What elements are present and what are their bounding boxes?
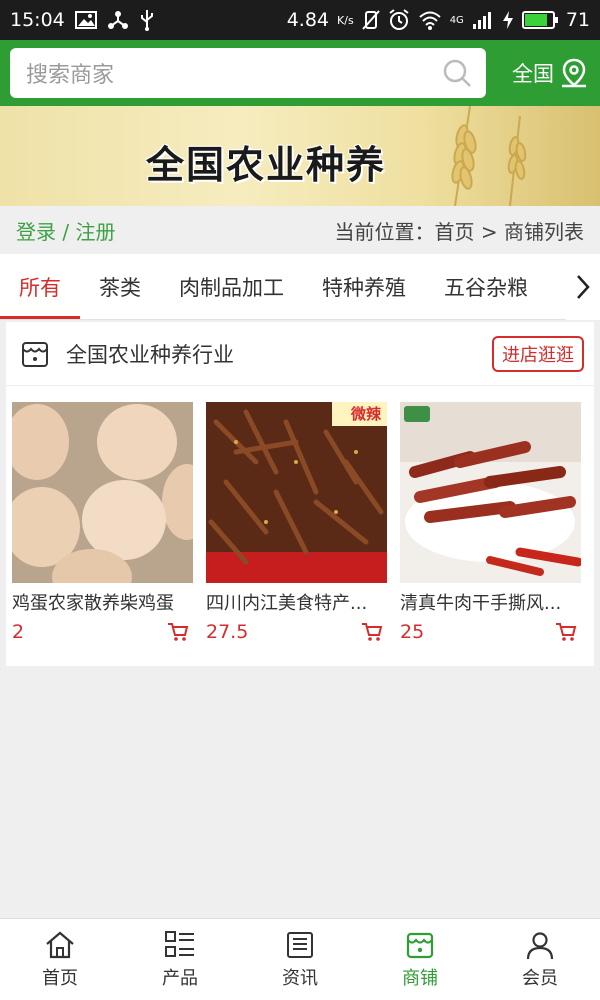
share-icon: [107, 11, 128, 29]
product-price: 25: [400, 621, 425, 643]
shop-card: 全国农业种养行业 进店逛逛 鸡蛋农家散养柴鸡蛋 2 微辣 四川内江美食特产...…: [6, 322, 594, 666]
product-item[interactable]: 清真牛肉干手撕风... 25: [400, 402, 581, 643]
banner-title: 全国农业种养: [146, 142, 387, 187]
nav-news-label: 资讯: [282, 967, 318, 989]
login-register-link[interactable]: 登录 / 注册: [16, 216, 115, 245]
visit-shop-button[interactable]: 进店逛逛: [492, 335, 584, 372]
vibrate-off-icon: [361, 10, 380, 30]
search-placeholder: 搜索商家: [26, 63, 115, 88]
tabs-scroll-right-button[interactable]: [566, 254, 600, 320]
chevron-right-icon: [577, 275, 590, 299]
charging-icon: [502, 11, 513, 29]
nav-shops-label: 商铺: [402, 967, 438, 989]
clock: 15:04: [10, 9, 65, 31]
battery-icon: [521, 11, 558, 29]
product-name: 鸡蛋农家散养柴鸡蛋: [12, 593, 174, 614]
category-tabs: 所有 茶类 肉制品加工 特种养殖 五谷杂粮: [0, 254, 600, 320]
nav-products-label: 产品: [162, 967, 198, 989]
signal-icon: [472, 12, 491, 29]
alarm-icon: [389, 9, 409, 30]
tab-all[interactable]: 所有: [0, 254, 80, 319]
product-name: 清真牛肉干手撕风...: [400, 593, 562, 614]
nav-shops[interactable]: 商铺: [360, 919, 480, 1000]
product-price: 27.5: [206, 621, 249, 643]
product-badge: 微辣: [350, 405, 381, 423]
shop-header: 全国农业种养行业 进店逛逛: [6, 322, 594, 386]
network-speed-unit: K/s: [337, 13, 354, 27]
image-icon: [74, 11, 97, 29]
nav-member-label: 会员: [522, 967, 558, 989]
nav-news[interactable]: 资讯: [240, 919, 360, 1000]
breadcrumb: 当前位置：首页 > 商铺列表: [334, 219, 584, 244]
tab-meat-processing[interactable]: 肉制品加工: [160, 254, 303, 319]
tab-grains[interactable]: 五谷杂粮: [425, 254, 547, 319]
cart-icon[interactable]: [167, 622, 189, 642]
status-bar: 15:04 4.84 K/s 4G 71: [0, 0, 600, 40]
product-name: 四川内江美食特产...: [206, 593, 368, 614]
search-header: 搜索商家 全国: [0, 40, 600, 106]
tab-tea[interactable]: 茶类: [80, 254, 160, 319]
nav-member[interactable]: 会员: [480, 919, 600, 1000]
user-icon: [526, 931, 554, 959]
battery-level: 71: [565, 9, 590, 31]
tab-special-breeding[interactable]: 特种养殖: [303, 254, 425, 319]
wifi-icon: [419, 11, 441, 30]
shop-name[interactable]: 全国农业种养行业: [66, 339, 234, 369]
list-icon: [165, 930, 194, 957]
product-item[interactable]: 鸡蛋农家散养柴鸡蛋 2: [12, 402, 193, 643]
product-item[interactable]: 微辣 四川内江美食特产... 27.5: [206, 402, 387, 643]
cart-icon[interactable]: [361, 622, 383, 642]
product-list: 鸡蛋农家散养柴鸡蛋 2 微辣 四川内江美食特产... 27.5 清真牛肉干手撕风…: [6, 386, 594, 643]
shop-icon: [22, 341, 48, 367]
nav-products[interactable]: 产品: [120, 919, 240, 1000]
breadcrumb-bar: 登录 / 注册 当前位置：首页 > 商铺列表: [0, 206, 600, 254]
search-input[interactable]: 搜索商家: [10, 48, 486, 98]
region-selector[interactable]: 全国: [512, 58, 588, 88]
product-image-eggs[interactable]: [12, 402, 193, 583]
search-icon[interactable]: [442, 58, 472, 88]
shop-icon: [406, 932, 434, 958]
cart-icon[interactable]: [555, 622, 577, 642]
bottom-nav: 首页 产品 资讯 商铺 会员: [0, 918, 600, 1000]
network-type: 4G: [449, 14, 464, 26]
product-price: 2: [12, 621, 25, 643]
product-image-beef-jerky[interactable]: [400, 402, 581, 583]
network-speed: 4.84: [286, 9, 330, 31]
news-icon: [287, 931, 313, 958]
product-image-spicy-snack[interactable]: 微辣: [206, 402, 387, 583]
nav-home-label: 首页: [42, 967, 78, 989]
nav-home[interactable]: 首页: [0, 919, 120, 1000]
region-label: 全国: [512, 62, 554, 86]
usb-icon: [140, 10, 153, 31]
location-pin-icon: [562, 58, 586, 88]
banner[interactable]: 全国农业种养: [0, 106, 600, 206]
home-icon: [46, 931, 74, 958]
